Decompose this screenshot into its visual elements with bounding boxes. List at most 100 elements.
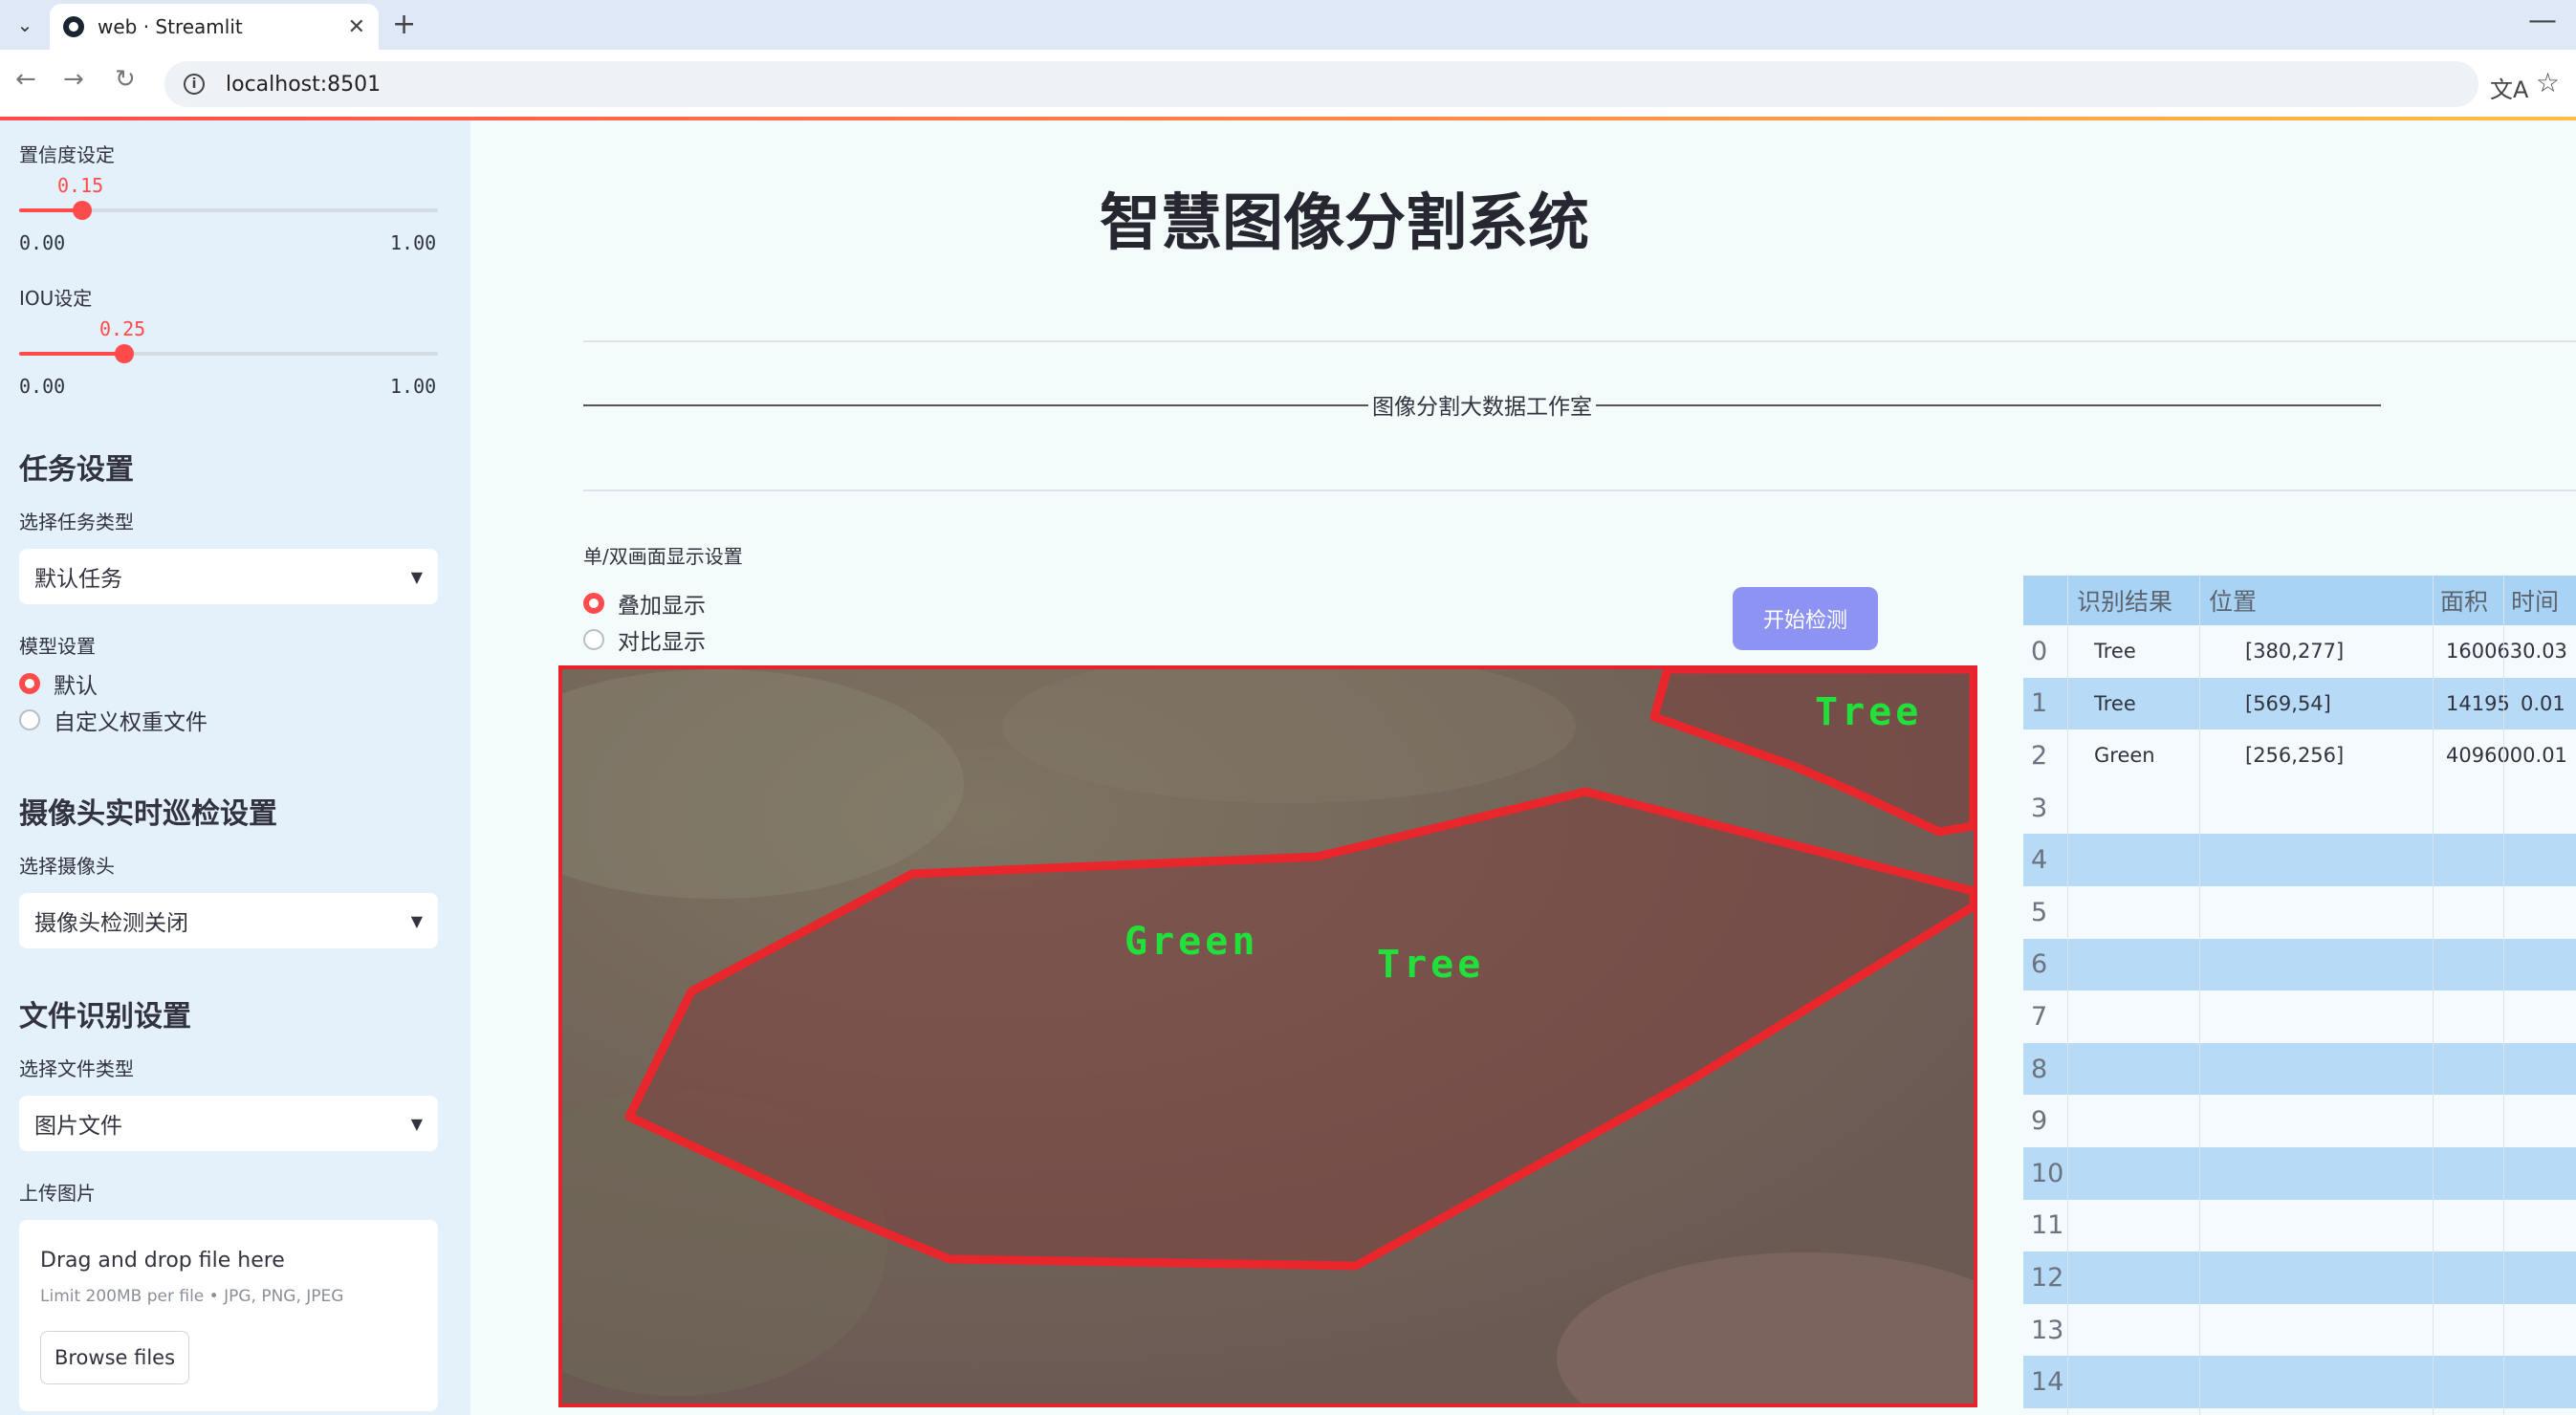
- studio-banner: 图像分割大数据工作室: [583, 388, 2381, 421]
- row-index: 3: [2031, 793, 2048, 823]
- table-row[interactable]: 3: [2023, 781, 2576, 835]
- green-label: Green: [1124, 920, 1258, 964]
- camera-value: 摄像头检测关闭: [34, 911, 188, 936]
- divider-top: [583, 340, 2576, 342]
- browse-files-button[interactable]: Browse files: [40, 1331, 189, 1384]
- new-tab-icon[interactable]: +: [392, 8, 416, 41]
- table-row[interactable]: 2 Green [256,256] 4096000.01: [2023, 729, 2576, 782]
- address-bar[interactable]: i localhost:8501: [164, 61, 2478, 107]
- table-row[interactable]: 14: [2023, 1356, 2576, 1408]
- start-detection-button[interactable]: 开始检测: [1733, 587, 1878, 650]
- column-header-result[interactable]: 识别结果: [2077, 576, 2172, 625]
- table-row[interactable]: 1 Tree [569,54] 14195 0.01: [2023, 677, 2576, 730]
- translate-icon[interactable]: 文A: [2490, 71, 2528, 104]
- segmentation-canvas: Green Tree Tree: [562, 669, 1974, 1404]
- iou-slider-thumb[interactable]: [114, 344, 134, 363]
- dropzone-title: Drag and drop file here: [40, 1249, 285, 1273]
- segmentation-result-image: Green Tree Tree: [558, 665, 1977, 1407]
- radio-selected-icon[interactable]: [583, 593, 604, 614]
- model-option-label: 默认: [54, 674, 98, 699]
- iou-slider-fill: [19, 352, 124, 356]
- table-row[interactable]: 4: [2023, 834, 2576, 886]
- row-index: 11: [2031, 1210, 2064, 1241]
- iou-value: 0.25: [99, 317, 146, 340]
- file-dropzone[interactable]: Drag and drop file here Limit 200MB per …: [19, 1220, 438, 1411]
- studio-text: 图像分割大数据工作室: [1372, 395, 1592, 420]
- table-row[interactable]: 10: [2023, 1147, 2576, 1200]
- row-index: 12: [2031, 1262, 2064, 1293]
- row-index: 6: [2031, 949, 2048, 980]
- row-index: 0: [2031, 636, 2048, 666]
- table-row[interactable]: 11: [2023, 1199, 2576, 1252]
- task-type-select[interactable]: 默认任务 ▼: [19, 549, 438, 604]
- radio-unselected-icon[interactable]: [19, 709, 40, 730]
- back-arrow-icon[interactable]: ←: [15, 65, 36, 94]
- tree-label: Tree: [1377, 943, 1484, 987]
- column-header-time[interactable]: 时间: [2511, 576, 2559, 625]
- column-divider: [2433, 576, 2434, 1415]
- table-row[interactable]: 8: [2023, 1042, 2576, 1096]
- column-header-position[interactable]: 位置: [2209, 576, 2257, 625]
- tree-label: Tree: [1815, 690, 1922, 734]
- column-divider: [2503, 576, 2504, 1415]
- display-option-overlay[interactable]: 叠加显示: [583, 587, 706, 620]
- iou-slider[interactable]: [19, 344, 438, 363]
- display-option-label: 叠加显示: [618, 594, 706, 619]
- page-title: 智慧图像分割系统: [1100, 188, 1589, 259]
- browser-toolbar: ← → ↻ i localhost:8501 文A ☆: [0, 50, 2576, 117]
- results-table[interactable]: 识别结果 位置 面积 时间 0 Tree [380,277] 1600630.03 1 T…: [2023, 576, 2576, 1415]
- row-index: 2: [2031, 740, 2048, 771]
- display-option-label: 对比显示: [618, 630, 706, 655]
- file-section-heading: 文件识别设置: [19, 1000, 191, 1034]
- camera-select[interactable]: 摄像头检测关闭 ▼: [19, 893, 438, 948]
- forward-arrow-icon[interactable]: →: [63, 65, 84, 94]
- cell-area: 14195: [2446, 691, 2510, 715]
- iou-label: IOU设定: [19, 287, 93, 310]
- table-row[interactable]: 7: [2023, 990, 2576, 1043]
- task-section-heading: 任务设置: [19, 453, 134, 487]
- file-type-select[interactable]: 图片文件 ▼: [19, 1096, 438, 1151]
- model-label: 模型设置: [19, 635, 96, 658]
- file-type-label: 选择文件类型: [19, 1057, 134, 1080]
- tab-list-chevron-icon[interactable]: ⌄: [8, 8, 42, 42]
- table-row[interactable]: 0 Tree [380,277] 1600630.03: [2023, 625, 2576, 678]
- camera-section-heading: 摄像头实时巡检设置: [19, 797, 277, 831]
- cell-position: [569,54]: [2245, 691, 2331, 715]
- reload-icon[interactable]: ↻: [115, 65, 136, 94]
- upload-label: 上传图片: [19, 1182, 96, 1205]
- task-type-label: 选择任务类型: [19, 511, 134, 533]
- model-option-custom[interactable]: 自定义权重文件: [19, 704, 207, 736]
- cell-result: Tree: [2094, 640, 2136, 664]
- column-header-area[interactable]: 面积: [2440, 576, 2488, 625]
- radio-selected-icon[interactable]: [19, 673, 40, 694]
- row-index: 1: [2031, 688, 2048, 719]
- bookmark-star-icon[interactable]: ☆: [2536, 67, 2560, 98]
- radio-unselected-icon[interactable]: [583, 629, 604, 650]
- model-option-label: 自定义权重文件: [54, 710, 207, 735]
- table-row[interactable]: 6: [2023, 938, 2576, 991]
- row-index: 13: [2031, 1315, 2064, 1345]
- chevron-down-icon: ▼: [410, 1114, 423, 1133]
- minimize-window-icon[interactable]: —: [2528, 4, 2557, 37]
- cell-position: [380,277]: [2245, 640, 2345, 664]
- cell-result: Tree: [2094, 691, 2136, 715]
- row-index: 8: [2031, 1054, 2048, 1084]
- display-option-compare[interactable]: 对比显示: [583, 623, 706, 656]
- site-info-icon[interactable]: i: [184, 74, 205, 95]
- close-tab-icon[interactable]: ✕: [348, 15, 365, 39]
- table-row[interactable]: 9: [2023, 1095, 2576, 1147]
- cell-time: 0.01: [2521, 691, 2565, 715]
- dash-right: [1596, 404, 2381, 406]
- model-option-default[interactable]: 默认: [19, 667, 98, 700]
- file-type-value: 图片文件: [34, 1114, 122, 1139]
- table-row[interactable]: 12: [2023, 1252, 2576, 1304]
- cell-result: Green: [2094, 744, 2155, 768]
- table-row[interactable]: 5: [2023, 886, 2576, 939]
- chevron-down-icon: ▼: [410, 567, 423, 586]
- table-row[interactable]: 13: [2023, 1303, 2576, 1357]
- browser-tab[interactable]: web · Streamlit ✕: [50, 4, 379, 50]
- dropzone-limit: Limit 200MB per file • JPG, PNG, JPEG: [40, 1287, 344, 1306]
- main-content: 智慧图像分割系统 图像分割大数据工作室 单/双画面显示设置 叠加显示 对比显示 …: [470, 120, 2576, 1415]
- camera-label: 选择摄像头: [19, 855, 115, 878]
- row-index: 4: [2031, 845, 2048, 876]
